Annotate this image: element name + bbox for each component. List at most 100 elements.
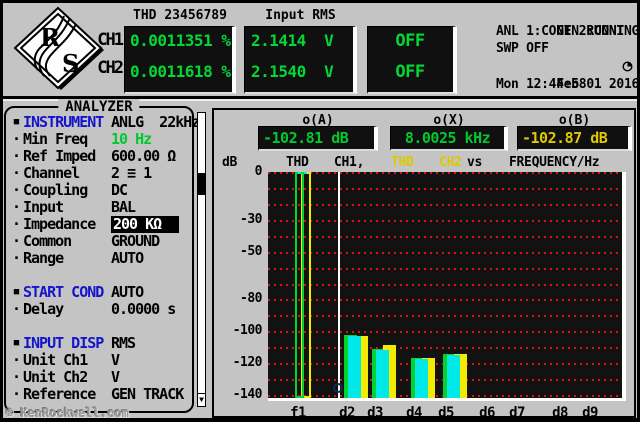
analyzer-panel: ANALYZER ■INSTRUMENTANLG 22kHz·Min Freq1…: [4, 106, 194, 413]
menu-item-value[interactable]: 200 KΩ: [111, 216, 179, 233]
menu-item-label: Unit Ch2: [23, 369, 111, 386]
gridline--10dB: [268, 188, 622, 190]
menu-item-common[interactable]: ·CommonGROUND: [9, 233, 191, 250]
readout-box-oX: 8.0025 kHz: [390, 126, 508, 151]
chart-title-part: FREQUENCY/Hz: [509, 155, 599, 170]
chart-title-part: THD: [286, 155, 309, 170]
analyzer-scrollbar[interactable]: ▼: [197, 112, 206, 407]
gridline--20dB: [268, 204, 622, 206]
menu-item-value[interactable]: V: [111, 369, 119, 386]
readout-box-oB: -102.87 dB: [517, 126, 632, 151]
menu-item-input[interactable]: ·InputBAL: [9, 199, 191, 216]
aux-ch2-value: OFF: [368, 62, 452, 82]
menu-item-label: Ref Imped: [23, 148, 111, 165]
menu-item-label: Impedance: [23, 216, 111, 233]
bar-d4-ch1: [415, 359, 428, 398]
ch1-label: CH1: [92, 30, 122, 50]
readout-label-oB: o(B): [517, 113, 632, 126]
menu-item-input-disp[interactable]: ■INPUT DISPRMS: [9, 335, 191, 352]
y-tick-0: 0: [214, 164, 262, 179]
menu-item-label: Delay: [23, 301, 111, 318]
item-bullet-icon: ·: [9, 216, 23, 233]
gen-status-line: GEN RUNNING: [496, 6, 638, 23]
section-bullet-icon: ■: [9, 114, 23, 131]
menu-item-value[interactable]: DC: [111, 182, 127, 199]
menu-item-coupling[interactable]: ·CouplingDC: [9, 182, 191, 199]
y-tick--120: -120: [214, 355, 262, 370]
menu-item-label: INPUT DISP: [23, 335, 111, 352]
thd-display: 0.0011351 % 0.0011618 %: [124, 26, 236, 94]
menu-item-value[interactable]: AUTO: [111, 284, 143, 301]
menu-item-value[interactable]: 2 ≡ 1: [111, 165, 151, 182]
item-bullet-icon: ·: [9, 301, 23, 318]
menu-item-value[interactable]: RMS: [111, 335, 135, 352]
menu-item-unit-ch2[interactable]: ·Unit Ch2V: [9, 369, 191, 386]
menu-item-label: Coupling: [23, 182, 111, 199]
anl-status-line: ANL 1:CONT 2:CONT: [496, 23, 638, 40]
readout-label-oX: o(X): [390, 113, 508, 126]
analyzer-screen: R S CH1 CH2 THD 23456789 0.0011351 % 0.0…: [0, 0, 640, 422]
scrollbar-down-arrow-icon[interactable]: ▼: [198, 393, 205, 406]
menu-item-unit-ch1[interactable]: ·Unit Ch1V: [9, 352, 191, 369]
menu-item-reference[interactable]: ·ReferenceGEN TRACK: [9, 386, 191, 403]
gridline--110dB: [268, 347, 622, 349]
menu-item-label: Common: [23, 233, 111, 250]
menu-item-label: Channel: [23, 165, 111, 182]
item-bullet-icon: ·: [9, 199, 23, 216]
bar-d5-ch1: [447, 355, 460, 398]
chart-panel: o(A)-102.81 dBo(X)8.0025 kHzo(B)-102.87 …: [212, 108, 636, 418]
menu-item-value[interactable]: V: [111, 352, 119, 369]
scrollbar-thumb[interactable]: [198, 173, 205, 195]
screen-border-top: [0, 0, 640, 3]
menu-spacer: [9, 267, 191, 284]
thd-title: THD 23456789: [124, 8, 236, 23]
clock-icon: [622, 61, 633, 72]
menu-item-value[interactable]: GEN TRACK: [111, 386, 183, 403]
menu-item-min-freq[interactable]: ·Min Freq10 Hz: [9, 131, 191, 148]
menu-item-label: Reference: [23, 386, 111, 403]
section-bullet-icon: ■: [9, 335, 23, 352]
menu-item-label: INSTRUMENT: [23, 114, 111, 131]
menu-item-start-cond[interactable]: ■START CONDAUTO: [9, 284, 191, 301]
menu-item-value[interactable]: AUTO: [111, 250, 143, 267]
gridline--60dB: [268, 268, 622, 270]
gridline-0dB: [268, 172, 622, 174]
menu-item-value[interactable]: GROUND: [111, 233, 159, 250]
chart-title-part: CH1,: [334, 155, 364, 170]
item-bullet-icon: ·: [9, 369, 23, 386]
menu-item-label: Min Freq: [23, 131, 111, 148]
menu-item-value[interactable]: BAL: [111, 199, 135, 216]
menu-item-range[interactable]: ·RangeAUTO: [9, 250, 191, 267]
cursor-circle-marker[interactable]: [333, 383, 343, 393]
gridline--50dB: [268, 252, 622, 254]
menu-item-label: START COND: [23, 284, 111, 301]
readout-box-oA: -102.81 dB: [258, 126, 378, 151]
menu-item-impedance[interactable]: ·Impedance200 KΩ: [9, 216, 191, 233]
item-bullet-icon: ·: [9, 233, 23, 250]
menu-item-value[interactable]: 600.00 Ω: [111, 148, 175, 165]
gridline--70dB: [268, 284, 622, 286]
chart-title-part: THD: [391, 155, 414, 170]
header-bar: R S CH1 CH2 THD 23456789 0.0011351 % 0.0…: [0, 0, 640, 96]
menu-item-value[interactable]: ANLG 22kHz: [111, 114, 199, 131]
readout-value: 8.0025 kHz: [395, 129, 500, 147]
item-bullet-icon: ·: [9, 250, 23, 267]
menu-item-ref-imped[interactable]: ·Ref Imped600.00 Ω: [9, 148, 191, 165]
menu-item-delay[interactable]: ·Delay0.0000 s: [9, 301, 191, 318]
menu-item-value[interactable]: 10 Hz: [111, 131, 151, 148]
chart-title-part: vs: [467, 155, 482, 170]
menu-item-instrument[interactable]: ■INSTRUMENTANLG 22kHz: [9, 114, 191, 131]
bar-f1-ch1-top-marker: [298, 172, 310, 174]
cursor-line[interactable]: [338, 172, 340, 398]
svg-text:S: S: [62, 49, 79, 78]
readout-value: -102.81 dB: [263, 129, 370, 147]
menu-item-channel[interactable]: ·Channel2 ≡ 1: [9, 165, 191, 182]
y-tick--100: -100: [214, 323, 262, 338]
menu-spacer: [9, 318, 191, 335]
watermark: © KenRockwell.com: [6, 406, 129, 420]
menu-item-value[interactable]: 0.0000 s: [111, 301, 175, 318]
gridline--80dB: [268, 299, 622, 301]
bar-d2-ch1: [348, 336, 361, 398]
gridline--100dB: [268, 331, 622, 333]
item-bullet-icon: ·: [9, 386, 23, 403]
